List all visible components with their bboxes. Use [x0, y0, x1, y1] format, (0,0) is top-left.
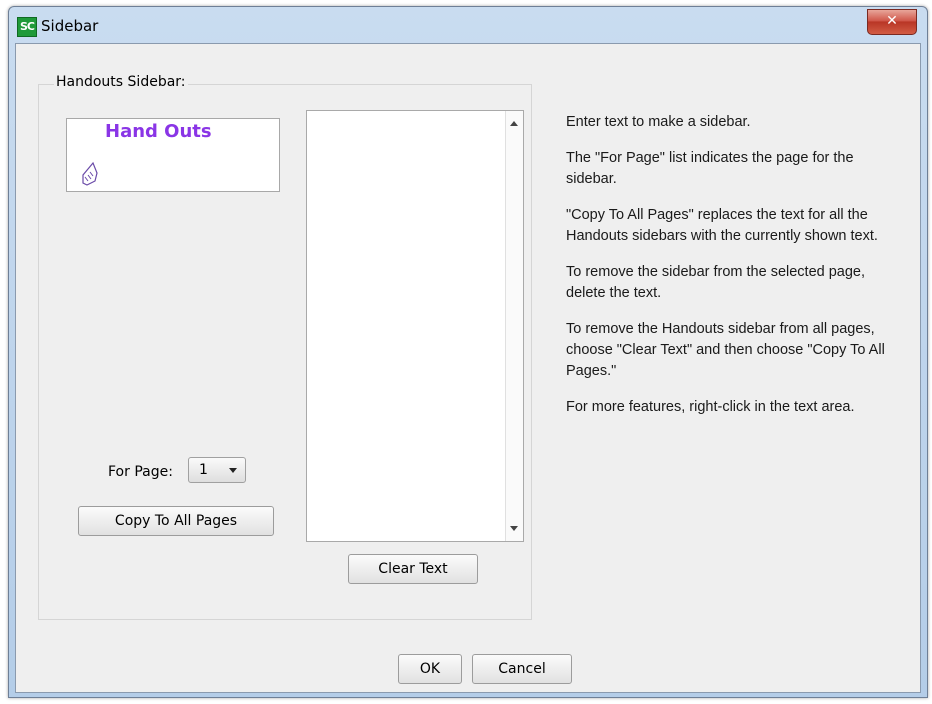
dialog-window: SC Sidebar ✕ Handouts Sidebar: Hand Outs…: [8, 6, 928, 698]
app-icon: SC: [17, 17, 37, 37]
help-paragraph: Enter text to make a sidebar.: [566, 114, 751, 130]
pointer-hand-icon: [82, 161, 98, 186]
group-label: Handouts Sidebar:: [54, 74, 188, 90]
window-title: Sidebar: [41, 17, 99, 35]
scroll-up-arrow-icon[interactable]: [510, 121, 518, 126]
copy-to-all-pages-button[interactable]: Copy To All Pages: [78, 506, 274, 536]
help-paragraph: To remove the Handouts sidebar from all …: [566, 321, 885, 379]
for-page-value: 1: [199, 462, 208, 478]
close-button[interactable]: ✕: [867, 9, 917, 35]
help-paragraph: "Copy To All Pages" replaces the text fo…: [566, 207, 878, 244]
chevron-down-icon: [229, 468, 237, 473]
close-icon: ✕: [886, 13, 898, 29]
help-paragraph: To remove the sidebar from the selected …: [566, 264, 866, 301]
for-page-label: For Page:: [108, 464, 173, 480]
dialog-client-area: Handouts Sidebar: Hand Outs For Page: 1 …: [15, 43, 921, 693]
for-page-select[interactable]: 1: [188, 457, 246, 483]
clear-text-button[interactable]: Clear Text: [348, 554, 478, 584]
cancel-button[interactable]: Cancel: [472, 654, 572, 684]
ok-button[interactable]: OK: [398, 654, 462, 684]
text-area-scrollbar[interactable]: [505, 111, 523, 541]
sidebar-text-area[interactable]: [306, 110, 524, 542]
scroll-down-arrow-icon[interactable]: [510, 526, 518, 531]
preview-title: Hand Outs: [105, 121, 212, 142]
help-text: Enter text to make a sidebar. The "For P…: [566, 112, 906, 433]
sidebar-preview: Hand Outs: [66, 118, 280, 192]
help-paragraph: For more features, right-click in the te…: [566, 399, 855, 415]
title-bar[interactable]: SC Sidebar ✕: [9, 7, 927, 43]
help-paragraph: The "For Page" list indicates the page f…: [566, 150, 854, 187]
